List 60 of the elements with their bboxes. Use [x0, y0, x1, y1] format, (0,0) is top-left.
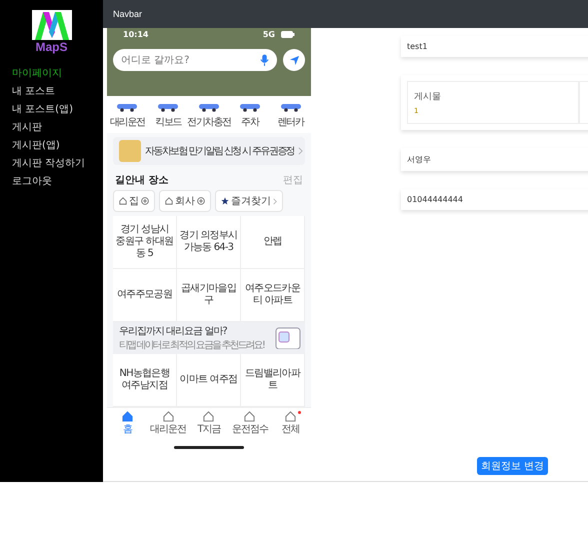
tab-bar-item[interactable]: 운전점수: [229, 411, 270, 436]
logo-text: MapS: [35, 41, 68, 53]
house-icon: [165, 197, 173, 205]
sidebar-link[interactable]: 로그아웃: [0, 173, 103, 191]
tab-bar-item[interactable]: T지금: [188, 411, 230, 436]
stat-label: 게시물: [414, 91, 442, 103]
house-icon: [244, 411, 256, 422]
chevron-icon: [298, 147, 304, 155]
sidebar-link[interactable]: 내 포스트: [0, 83, 103, 101]
place-cell[interactable]: 경기 의정부시 가능동 64-3: [177, 216, 241, 269]
place-cell[interactable]: 안렙: [241, 216, 305, 269]
search-field[interactable]: 어디로 갈까요?: [113, 49, 277, 71]
network-label: 5G: [262, 30, 275, 39]
search-input[interactable]: 어디로 갈까요?: [121, 54, 260, 66]
phone-number-text: 01044444444: [407, 195, 463, 204]
logo[interactable]: MapS: [32, 10, 72, 53]
location-button[interactable]: [283, 49, 305, 71]
banner-text: 자동차보험 만기알림 신청 시 주유권증정: [145, 145, 294, 158]
microphone-icon: [260, 54, 269, 66]
promo-banner[interactable]: 우리집까지 대리요금 얼마? 티맵 데이터로 최적의 요금을 추천드려요!: [113, 322, 305, 354]
chevron-icon: [273, 198, 277, 204]
promo-title: 우리집까지 대리요금 얼마?: [119, 325, 228, 338]
battery-icon: [281, 31, 295, 38]
navigation-arrow-icon: [288, 54, 300, 66]
photo-placeholder: [119, 140, 141, 162]
shortcut-label[interactable]: 전기차충전: [186, 115, 231, 129]
sidebar-link[interactable]: 내 포스트(앱): [0, 101, 103, 119]
house-icon: [285, 411, 296, 422]
shortcut-label[interactable]: 킥보드: [154, 115, 182, 129]
navbar-brand[interactable]: Navbar: [113, 9, 142, 19]
house-icon: [119, 197, 127, 205]
tab-bar-item[interactable]: 홈: [107, 411, 148, 436]
sidebar-link[interactable]: 게시판 작성하기: [0, 155, 103, 173]
edit-profile-button[interactable]: 회원정보 변경: [476, 457, 548, 475]
place-cell[interactable]: 경기 성남시 중원구 하대원동 5: [113, 216, 177, 269]
tab-bar-item[interactable]: 전체: [270, 411, 311, 436]
letter-m-logo-icon: [32, 10, 72, 40]
place-chip[interactable]: 집: [113, 190, 155, 212]
plus-circle-icon: [197, 197, 205, 205]
shortcut-label[interactable]: 렌터카: [277, 115, 304, 129]
promo-subtitle: 티맵 데이터로 최적의 요금을 추천드려요!: [119, 339, 264, 352]
phone-icon: [275, 327, 301, 349]
name-text: 서영우: [407, 155, 431, 164]
shortcut-label[interactable]: 대리운전: [110, 115, 145, 129]
ad-banner[interactable]: 자동차보험 만기알림 신청 시 주유권증정: [113, 137, 305, 165]
star-icon: [221, 197, 229, 205]
sidebar-link[interactable]: 게시판(앱): [0, 137, 103, 155]
status-time: 10:14: [123, 30, 150, 39]
sidebar-link[interactable]: 마이페이지: [0, 65, 103, 83]
house-icon: [122, 411, 133, 422]
place-chip[interactable]: 회사: [159, 190, 211, 212]
tab-bar-item[interactable]: 대리운전: [148, 411, 189, 436]
plus-circle-icon: [141, 197, 149, 205]
username-text: test1: [407, 42, 428, 51]
shortcut-label[interactable]: 주차: [240, 115, 259, 129]
section-title: 길안내 장소: [115, 174, 168, 187]
house-icon: [203, 411, 214, 422]
sidebar-link[interactable]: 게시판: [0, 119, 103, 137]
place-chip[interactable]: 즐겨찾기: [215, 190, 283, 212]
house-icon: [162, 411, 174, 422]
